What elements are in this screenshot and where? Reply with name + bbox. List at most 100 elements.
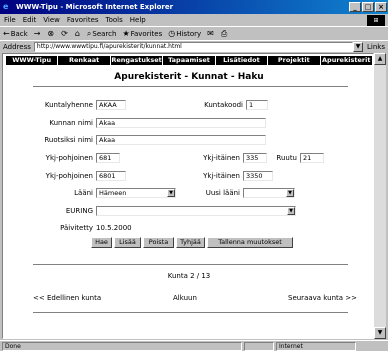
menu-tools[interactable]: Tools <box>106 16 123 24</box>
menu-help[interactable]: Help <box>130 16 146 24</box>
nav-tapaamiset[interactable]: Tapaamiset <box>163 56 216 65</box>
history-button[interactable]: ◷ History <box>168 29 201 38</box>
address-input[interactable]: http://www.wwwtipu.fi/apurekisterit/kunn… <box>33 42 354 52</box>
chevron-down-icon: ▼ <box>286 189 294 197</box>
hae-button[interactable]: Hae <box>91 237 112 248</box>
windows-logo-icon: ⊞ <box>367 14 385 26</box>
laani-select[interactable]: Hämeen ▼ <box>96 188 176 198</box>
favorites-button[interactable]: ★ Favorites <box>122 29 162 38</box>
chevron-down-icon: ▼ <box>167 189 175 197</box>
kuntalyhenne-label: Kuntalyhenne <box>44 101 93 109</box>
kuntakoodi-field[interactable]: 1 <box>246 100 268 110</box>
print-button[interactable]: ⎙ <box>221 29 228 39</box>
nav-lisatiedot[interactable]: Lisätiedot <box>216 56 269 65</box>
nav-rengastukset[interactable]: Rengastukset <box>111 56 164 65</box>
back-label: Back <box>10 29 28 38</box>
ruutu-field[interactable]: 21 <box>300 153 324 163</box>
paivitetty-label: Päivitetty <box>60 224 93 232</box>
links-button[interactable]: Links <box>367 43 385 51</box>
back-arrow-icon: ← <box>3 29 10 38</box>
mail-button[interactable]: ✉ <box>207 29 215 38</box>
maximize-button[interactable]: □ <box>362 2 374 12</box>
forward-arrow-icon: → <box>33 29 41 38</box>
ykj-itainen-full-field[interactable]: 3350 <box>243 171 273 181</box>
euring-label: EURING <box>65 207 93 215</box>
search-icon: ⌕ <box>86 28 92 38</box>
kunnan-nimi-label: Kunnan nimi <box>49 119 93 127</box>
menu-file[interactable]: File <box>4 16 16 24</box>
nav-www-tipu[interactable]: WWW-Tipu <box>6 56 59 65</box>
kunnan-nimi-field[interactable]: Akaa <box>96 118 266 128</box>
divider-middle <box>33 264 348 265</box>
address-dropdown-icon[interactable]: ▼ <box>353 42 364 52</box>
nav-renkaat[interactable]: Renkaat <box>58 56 111 65</box>
stop-button[interactable]: ⊗ <box>47 29 55 38</box>
address-label: Address <box>3 43 31 51</box>
ykj-pohjoinen-label: Ykj-pohjoinen <box>45 154 93 162</box>
kuntalyhenne-field[interactable]: AKAA <box>96 100 126 110</box>
home-icon: ⌂ <box>74 29 80 38</box>
chevron-down-icon: ▼ <box>287 207 295 215</box>
window-title: WWW-Tipu - Microsoft Internet Explorer <box>16 3 174 11</box>
page-title: Apurekisterit - Kunnat - Haku <box>114 72 264 82</box>
kuntakoodi-label: Kuntakoodi <box>204 101 243 109</box>
lisaa-button[interactable]: Lisää <box>114 237 141 248</box>
close-button[interactable]: × <box>375 2 387 12</box>
uusi-laani-select[interactable]: ▼ <box>243 188 295 198</box>
back-button[interactable]: ← Back <box>3 29 28 38</box>
status-bar: Done Internet <box>0 340 388 351</box>
refresh-button[interactable]: ⟳ <box>61 29 69 38</box>
search-button[interactable]: ⌕ Search <box>87 29 117 39</box>
home-button[interactable]: ⌂ <box>75 29 81 38</box>
ie-logo-icon: e <box>3 2 9 11</box>
address-bar: Address http://www.wwwtipu.fi/apurekiste… <box>0 40 388 53</box>
ykj-itainen-field[interactable]: 335 <box>243 153 267 163</box>
nav-projektit[interactable]: Projektit <box>268 56 321 65</box>
status-text: Done <box>2 341 242 351</box>
history-label: History <box>176 29 202 38</box>
tallenna-muutokset-button[interactable]: Tallenna muutokset <box>207 237 293 248</box>
pager-status: Kunta 2 / 13 <box>167 272 211 280</box>
favorites-icon: ★ <box>122 29 130 38</box>
ykj-pohjoinen-full-label: Ykj-pohjoinen <box>45 172 93 180</box>
ykj-pohjoinen-full-field[interactable]: 6801 <box>96 171 126 181</box>
page-viewport: WWW-Tipu Renkaat Rengastukset Tapaamiset… <box>2 53 374 339</box>
ykj-pohjoinen-field[interactable]: 681 <box>96 153 120 163</box>
forward-button[interactable]: → <box>34 29 42 38</box>
browser-toolbar: ← Back → ⊗ ⟳ ⌂ ⌕ Search ★ Favorites ◷ Histor… <box>0 26 388 40</box>
history-icon: ◷ <box>168 29 176 38</box>
previous-link[interactable]: << Edellinen kunta <box>33 294 101 302</box>
menu-favorites[interactable]: Favorites <box>67 16 99 24</box>
start-link[interactable]: Alkuun <box>173 294 197 302</box>
window-titlebar: e WWW-Tipu - Microsoft Internet Explorer… <box>0 0 388 14</box>
refresh-icon: ⟳ <box>61 29 68 38</box>
menu-bar: File Edit View Favorites Tools Help ⊞ <box>0 14 388 26</box>
search-label: Search <box>92 29 117 38</box>
ruutu-label: Ruutu <box>276 154 297 162</box>
next-link[interactable]: Seuraava kunta >> <box>288 294 357 302</box>
mail-icon: ✉ <box>207 29 214 38</box>
nav-apurekisterit[interactable]: Apurekisterit <box>321 56 372 65</box>
tyhjaa-button[interactable]: Tyhjää <box>176 237 205 248</box>
favorites-label: Favorites <box>130 29 163 38</box>
paivitetty-value: 10.5.2000 <box>96 224 132 232</box>
divider-top <box>33 86 348 87</box>
laani-label: Lääni <box>74 189 93 197</box>
vertical-scrollbar[interactable]: ▲ ▼ <box>374 53 386 339</box>
poista-button[interactable]: Poista <box>143 237 174 248</box>
euring-select[interactable]: ▼ <box>96 206 296 216</box>
site-nav: WWW-Tipu Renkaat Rengastukset Tapaamiset… <box>6 56 372 65</box>
scroll-up-icon[interactable]: ▲ <box>374 53 386 65</box>
status-zone: Internet <box>276 341 356 351</box>
menu-edit[interactable]: Edit <box>23 16 37 24</box>
ykj-itainen-full-label: Ykj-itäinen <box>203 172 240 180</box>
ykj-itainen-label: Ykj-itäinen <box>203 154 240 162</box>
minimize-button[interactable]: _ <box>349 2 361 12</box>
ruotsiksi-nimi-label: Ruotsiksi nimi <box>44 136 93 144</box>
ruotsiksi-nimi-field[interactable]: Akaa <box>96 135 266 145</box>
stop-icon: ⊗ <box>47 29 55 38</box>
scroll-down-icon[interactable]: ▼ <box>374 327 386 339</box>
divider-bottom <box>33 312 348 313</box>
menu-view[interactable]: View <box>43 16 60 24</box>
laani-select-value: Hämeen <box>99 189 127 197</box>
